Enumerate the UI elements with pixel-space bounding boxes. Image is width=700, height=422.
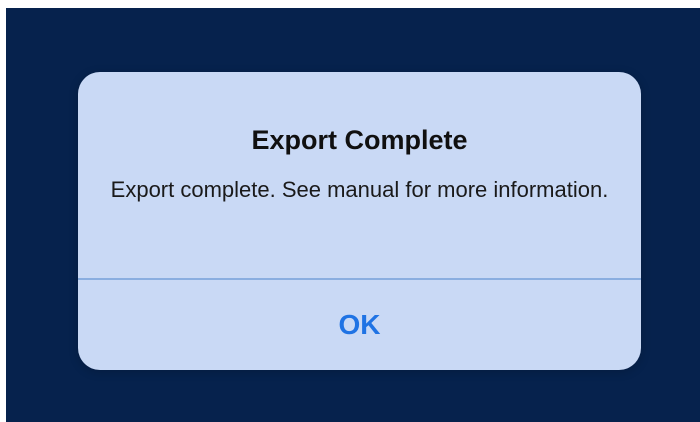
alert-title: Export Complete [251, 125, 468, 155]
ok-button[interactable]: OK [78, 280, 641, 370]
alert-message: Export complete. See manual for more inf… [110, 177, 609, 202]
screen-backdrop: Export Complete Export complete. See man… [6, 8, 700, 422]
alert-content: Export Complete Export complete. See man… [78, 72, 641, 278]
alert-dialog: Export Complete Export complete. See man… [78, 72, 641, 370]
